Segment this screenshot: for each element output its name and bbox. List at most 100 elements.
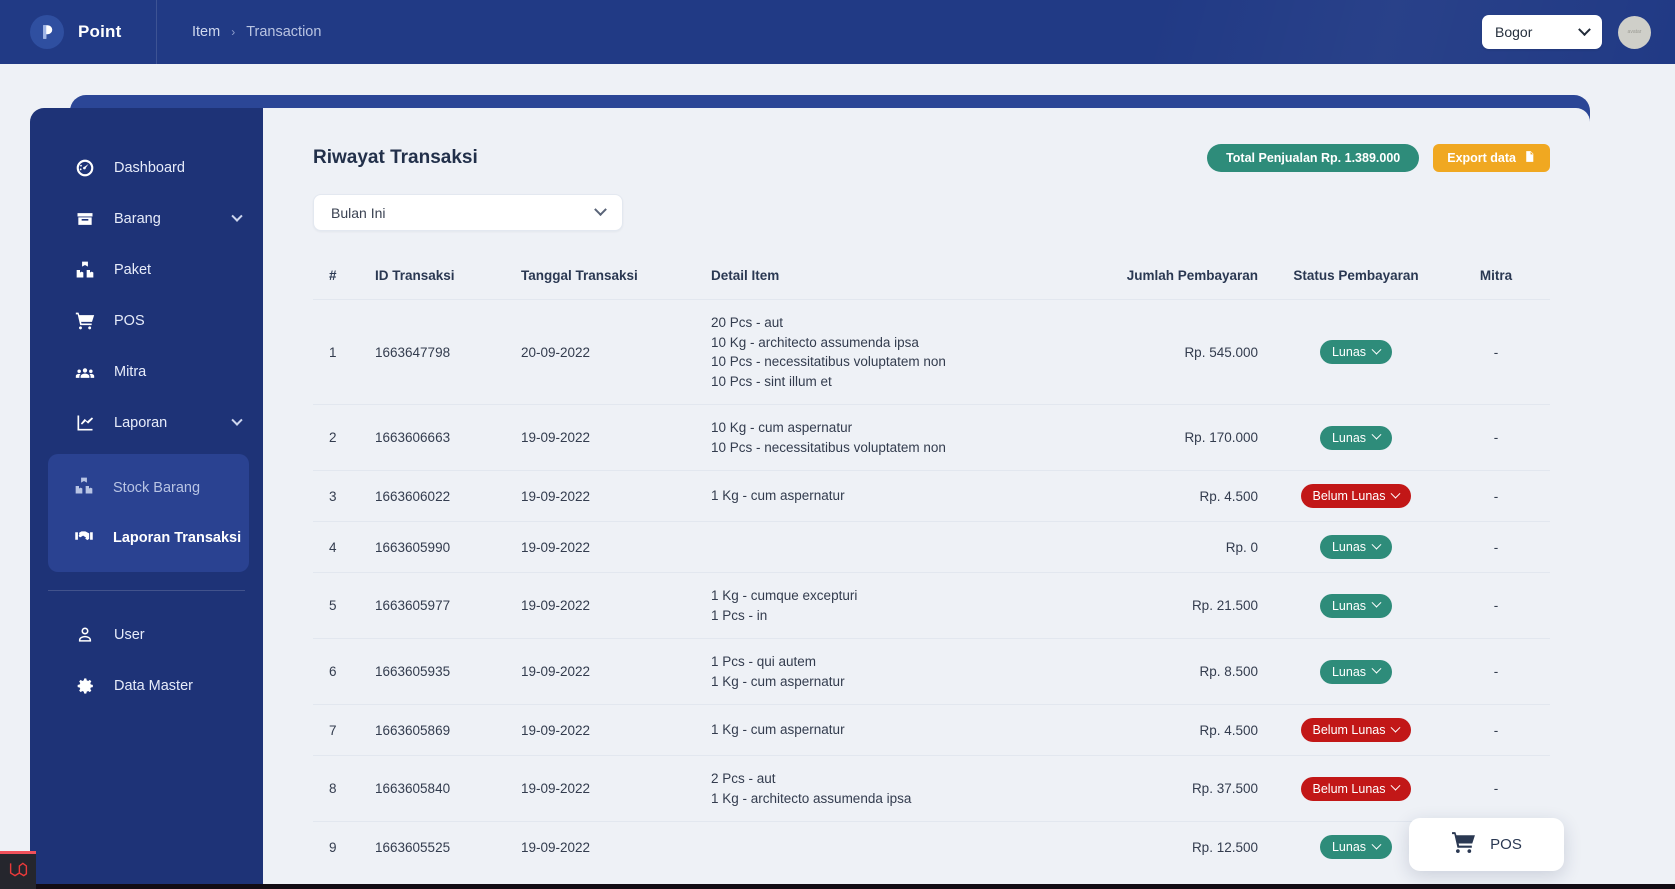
pos-floating-button[interactable]: POS xyxy=(1409,818,1564,871)
cell-transaction-date: 19-09-2022 xyxy=(521,470,711,522)
page-title: Riwayat Transaksi xyxy=(313,147,478,168)
cell-status: Belum Lunas xyxy=(1270,704,1442,756)
status-badge[interactable]: Belum Lunas xyxy=(1300,776,1412,801)
cell-amount: Rp. 0 xyxy=(1090,521,1270,573)
cell-no: 2 xyxy=(313,404,375,471)
file-export-icon xyxy=(1523,150,1536,166)
sidebar-item-paket[interactable]: Paket xyxy=(30,244,263,295)
location-select[interactable]: Bogor xyxy=(1482,15,1602,49)
sidebar-item-dashboard[interactable]: Dashboard xyxy=(30,142,263,193)
gear-icon xyxy=(74,675,95,696)
sidebar-footer-items: User Data Master xyxy=(30,609,263,711)
detail-item-line: 1 Pcs - qui autem xyxy=(711,654,817,669)
cell-transaction-id: 1663605935 xyxy=(375,638,521,705)
column-header-status: Status Pembayaran xyxy=(1293,268,1419,283)
chevron-down-icon xyxy=(1578,22,1591,36)
sidebar-item-stock-barang[interactable]: Stock Barang xyxy=(48,463,249,513)
sidebar-item-mitra[interactable]: Mitra xyxy=(30,346,263,397)
sidebar-item-label: Laporan Transaksi xyxy=(113,530,242,546)
chevron-down-icon xyxy=(1371,839,1382,850)
sidebar-item-barang[interactable]: Barang xyxy=(30,193,263,244)
status-badge-label: Lunas xyxy=(1331,598,1367,613)
status-badge[interactable]: Lunas xyxy=(1319,535,1393,559)
cell-transaction-id: 1663605977 xyxy=(375,572,521,639)
sidebar-item-label: Paket xyxy=(114,261,152,278)
cell-no: 8 xyxy=(313,755,375,822)
detail-item-line: 10 Kg - cum aspernatur xyxy=(711,420,853,435)
laravel-debugbar-toggle[interactable] xyxy=(0,851,36,889)
app-shell: Dashboard Barang Paket POS Mitra Laporan… xyxy=(30,108,1590,889)
shopping-cart-icon xyxy=(74,310,95,331)
cell-amount: Rp. 545.000 xyxy=(1090,299,1270,405)
cell-no: 5 xyxy=(313,572,375,639)
sidebar: Dashboard Barang Paket POS Mitra Laporan… xyxy=(30,108,263,889)
status-badge-label: Belum Lunas xyxy=(1312,723,1386,737)
sidebar-item-label: Data Master xyxy=(114,677,193,694)
detail-item-line: 2 Pcs - aut xyxy=(711,771,776,786)
cell-amount: Rp. 37.500 xyxy=(1090,755,1270,822)
sidebar-item-label: Barang xyxy=(114,210,161,227)
chevron-down-icon xyxy=(1371,597,1382,608)
point-logo-icon xyxy=(30,15,64,49)
column-header-no: # xyxy=(329,268,337,283)
cell-no: 7 xyxy=(313,704,375,756)
content-header: Riwayat Transaksi Total Penjualan Rp. 1.… xyxy=(263,108,1590,172)
status-badge[interactable]: Lunas xyxy=(1319,340,1393,364)
cell-detail-item: 1 Kg - cum aspernatur xyxy=(711,470,1090,522)
cell-status: Lunas xyxy=(1270,638,1442,705)
cell-mitra: - xyxy=(1442,299,1550,405)
status-badge-label: Lunas xyxy=(1331,840,1367,854)
column-header-id: ID Transaksi xyxy=(375,268,455,283)
status-badge[interactable]: Belum Lunas xyxy=(1300,484,1412,508)
laravel-logo-icon xyxy=(8,859,29,885)
status-badge[interactable]: Belum Lunas xyxy=(1300,718,1412,742)
column-header-mitra: Mitra xyxy=(1479,268,1513,283)
status-badge[interactable]: Lunas xyxy=(1319,659,1393,684)
cell-amount: Rp. 4.500 xyxy=(1090,470,1270,522)
detail-item-line: 1 Kg - cum aspernatur xyxy=(711,673,845,689)
cell-transaction-date: 19-09-2022 xyxy=(521,704,711,756)
status-badge[interactable]: Lunas xyxy=(1319,835,1393,859)
export-data-button[interactable]: Export data xyxy=(1433,144,1550,172)
box-icon xyxy=(74,208,95,229)
column-header-detail: Detail Item xyxy=(711,268,780,283)
period-filter-select[interactable]: Bulan Ini xyxy=(313,194,623,231)
pos-floating-button-label: POS xyxy=(1490,836,1522,853)
chevron-down-icon xyxy=(1371,429,1382,440)
breadcrumb-parent[interactable]: Item xyxy=(192,24,220,40)
cell-detail-item: 1 Kg - cumque excepturi 1 Pcs - in xyxy=(711,572,1090,639)
brand-logo[interactable]: Point xyxy=(0,0,157,64)
header-actions: Total Penjualan Rp. 1.389.000 Export dat… xyxy=(1207,144,1550,172)
sidebar-item-label: Mitra xyxy=(114,363,147,380)
sidebar-item-label: User xyxy=(114,626,145,643)
sidebar-divider xyxy=(48,590,245,591)
sidebar-item-pos[interactable]: POS xyxy=(30,295,263,346)
chart-line-icon xyxy=(74,412,95,433)
cell-no: 6 xyxy=(313,638,375,705)
avatar[interactable]: avatar xyxy=(1618,15,1651,49)
cell-transaction-id: 1663605869 xyxy=(375,704,521,756)
sidebar-item-laporan[interactable]: Laporan xyxy=(30,397,263,448)
cell-detail-item: 20 Pcs - aut 10 Kg - architecto assumenda… xyxy=(711,299,1090,405)
cell-mitra: - xyxy=(1442,638,1550,705)
table-row: 9166360552519-09-2022Rp. 12.500Lunas- xyxy=(313,821,1550,872)
column-header-amount: Jumlah Pembayaran xyxy=(1126,268,1258,283)
total-penjualan-button[interactable]: Total Penjualan Rp. 1.389.000 xyxy=(1207,144,1420,172)
sidebar-item-user[interactable]: User xyxy=(30,609,263,660)
sidebar-item-laporan-transaksi[interactable]: Laporan Transaksi xyxy=(48,513,249,563)
cell-transaction-id: 1663605525 xyxy=(375,821,521,872)
cell-transaction-id: 1663605990 xyxy=(375,521,521,573)
cell-detail-item: 1 Pcs - qui autem 1 Kg - cum aspernatur xyxy=(711,638,1090,705)
cell-transaction-date: 19-09-2022 xyxy=(521,755,711,822)
table-header-row: # ID Transaksi Tanggal Transaksi Detail … xyxy=(313,258,1550,300)
status-badge[interactable]: Lunas xyxy=(1319,425,1393,450)
user-icon xyxy=(74,624,95,645)
sidebar-item-data-master[interactable]: Data Master xyxy=(30,660,263,711)
status-badge[interactable]: Lunas xyxy=(1319,593,1393,618)
detail-item-line: 1 Kg - cum aspernatur xyxy=(711,722,845,738)
detail-item-line: 1 Kg - cum aspernatur xyxy=(711,488,845,504)
chevron-down-icon xyxy=(1391,780,1401,791)
cell-transaction-date: 19-09-2022 xyxy=(521,404,711,471)
chevron-down-icon xyxy=(1371,663,1382,674)
status-badge-label: Belum Lunas xyxy=(1312,489,1386,503)
